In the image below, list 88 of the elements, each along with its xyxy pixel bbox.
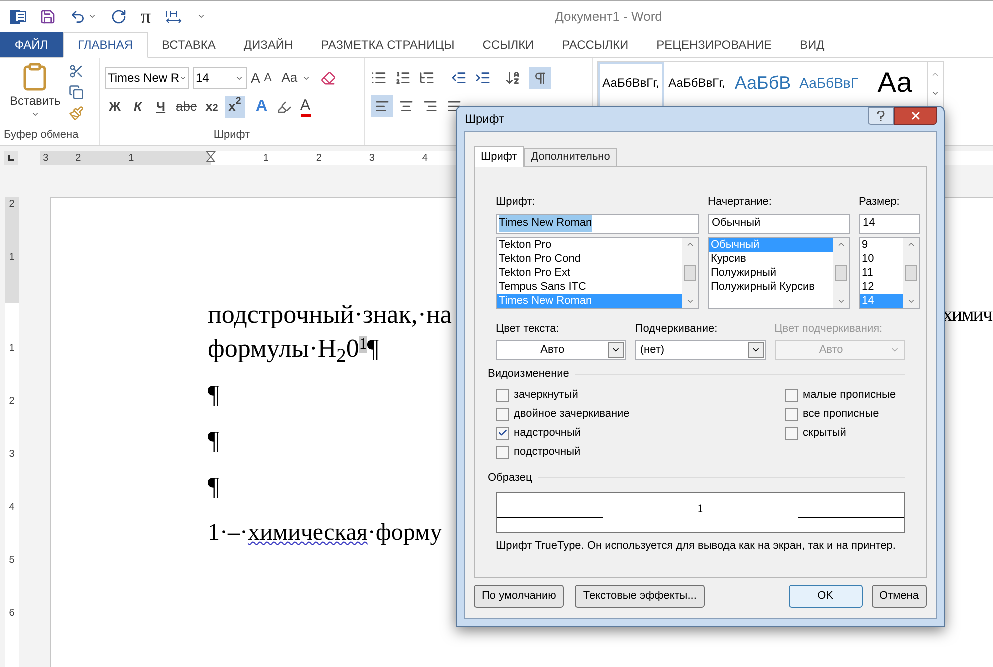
ruler-number: 1 bbox=[8, 342, 16, 356]
ribbon-tab[interactable]: РЕЦЕНЗИРОВАНИЕ bbox=[642, 32, 786, 57]
ribbon-tab[interactable]: ССЫЛКИ bbox=[468, 32, 548, 57]
field-label: Начертание: bbox=[708, 195, 773, 210]
ribbon-tab[interactable]: ВСТАВКА bbox=[148, 32, 230, 57]
dialog-button[interactable]: По умолчанию bbox=[474, 585, 564, 608]
list-item[interactable]: 12 bbox=[860, 280, 903, 294]
format-button[interactable]: К bbox=[128, 96, 148, 118]
paragraph-mark: ¶ bbox=[208, 425, 220, 457]
list-item[interactable]: Полужирный bbox=[709, 266, 833, 280]
ruler-number: 2 bbox=[8, 395, 16, 409]
ruler-number: 2 bbox=[8, 198, 16, 212]
paragraph-mark: ¶ bbox=[208, 379, 220, 411]
ribbon-tab[interactable]: ГЛАВНАЯ bbox=[63, 32, 148, 58]
ruler-number: 1 bbox=[8, 251, 16, 265]
format-button[interactable]: Ж bbox=[105, 96, 125, 118]
list-item[interactable]: 10 bbox=[860, 252, 903, 266]
style-input[interactable]: Обычный bbox=[708, 214, 850, 234]
ribbon-tab[interactable]: ДИЗАЙН bbox=[230, 32, 308, 57]
dropdown[interactable]: Авто bbox=[496, 340, 626, 360]
document-text: химич bbox=[942, 303, 992, 328]
preview-sample: 1 bbox=[696, 502, 704, 517]
dialog-button[interactable]: OK bbox=[788, 585, 863, 608]
size-input[interactable]: 14 bbox=[859, 214, 920, 234]
ruler-number: 4 bbox=[421, 152, 428, 166]
ruler-number: 5 bbox=[8, 554, 16, 568]
dialog-tab[interactable]: Шрифт bbox=[474, 146, 524, 167]
dialog-button[interactable]: Текстовые эффекты... bbox=[575, 585, 705, 608]
format-button[interactable]: x$^{2}$ bbox=[224, 96, 245, 118]
font-color-button[interactable]: A bbox=[300, 98, 311, 116]
field-label: Подчеркивание: bbox=[635, 322, 719, 336]
format-button[interactable]: abc bbox=[174, 96, 199, 118]
ruler-number: 3 bbox=[368, 152, 375, 166]
list-item[interactable]: Курсив bbox=[709, 252, 833, 266]
list-item[interactable]: Tempus Sans ITC bbox=[497, 280, 682, 294]
font-description: Шрифт TrueType. Он используется для вывода как на экран, так и на принтер. bbox=[496, 539, 897, 554]
document-text: 1·–·химическая·форму bbox=[208, 519, 442, 548]
section-title: Видоизменение bbox=[488, 367, 570, 382]
checkbox-label[interactable]: подстрочный bbox=[514, 444, 581, 460]
file-tab[interactable]: ФАЙЛ bbox=[0, 32, 63, 57]
checkbox-label[interactable]: малые прописные bbox=[803, 386, 896, 404]
checkbox-label[interactable]: двойное зачеркивание bbox=[514, 406, 630, 422]
ruler-number: 3 bbox=[8, 448, 16, 462]
paste-button[interactable]: Вставить bbox=[10, 62, 61, 119]
document-text: подстрочный·знак,·на bbox=[208, 299, 452, 331]
dialog-tab[interactable]: Дополнительно bbox=[524, 148, 618, 166]
checkbox-label[interactable]: надстрочный bbox=[514, 424, 581, 442]
list-item[interactable]: Tekton Pro bbox=[497, 238, 682, 252]
field-label: Цвет подчеркивания: bbox=[774, 322, 884, 336]
list-item[interactable]: 11 bbox=[860, 266, 903, 280]
field-label: Шрифт: bbox=[496, 195, 536, 210]
window-title: Документ1 - Word bbox=[555, 8, 662, 26]
format-button[interactable]: Ч bbox=[151, 96, 171, 118]
ruler-number: 1 bbox=[128, 152, 136, 166]
change-case-button[interactable]: Aa bbox=[282, 68, 298, 88]
group-label: Буфер обмена bbox=[3, 128, 80, 142]
list-item[interactable]: Tekton Pro Ext bbox=[497, 266, 682, 280]
ruler-number: 1 bbox=[262, 152, 269, 166]
ruler-number: 3 bbox=[42, 152, 50, 166]
field-label: Цвет текста: bbox=[496, 322, 560, 336]
checkbox-label[interactable]: скрытый bbox=[803, 424, 846, 442]
font-input[interactable]: Times New Roman bbox=[496, 214, 699, 234]
ribbon-tab[interactable]: РАССЫЛКИ bbox=[548, 32, 643, 57]
paragraph-mark: ¶ bbox=[208, 471, 220, 503]
dropdown[interactable]: (нет) bbox=[635, 340, 766, 360]
dialog-title: Шрифт bbox=[464, 111, 504, 128]
list-item[interactable]: 9 bbox=[860, 238, 903, 252]
grow-font-button[interactable]: A bbox=[251, 68, 260, 88]
checkbox-label[interactable]: зачеркнутый bbox=[514, 386, 578, 404]
ruler-number: 2 bbox=[74, 152, 82, 166]
section-title: Образец bbox=[488, 470, 532, 486]
list-item[interactable]: Tekton Pro Cond bbox=[497, 252, 682, 266]
ribbon-tab[interactable]: РАЗМЕТКА СТРАНИЦЫ bbox=[307, 32, 469, 57]
text-effects-button[interactable]: A bbox=[256, 95, 268, 119]
font-name-field[interactable]: Times New R bbox=[105, 67, 189, 89]
equation-button[interactable]: π bbox=[141, 6, 152, 26]
field-label: Размер: bbox=[859, 195, 901, 210]
ruler-number: 2 bbox=[315, 152, 322, 166]
format-button[interactable]: x$_{2}$ bbox=[202, 96, 222, 118]
ruler-number: 6 bbox=[8, 607, 16, 621]
ruler-number: 4 bbox=[8, 501, 16, 515]
shrink-font-button[interactable]: A bbox=[264, 70, 272, 86]
dialog-button[interactable]: Отмена bbox=[872, 585, 927, 608]
ribbon-tab[interactable]: ВИД bbox=[786, 32, 839, 57]
group-label: Шрифт bbox=[212, 128, 252, 142]
checkbox-label[interactable]: все прописные bbox=[803, 406, 880, 422]
font-size-field[interactable]: 14 bbox=[193, 67, 247, 89]
list-item[interactable]: Полужирный Курсив bbox=[709, 280, 833, 294]
